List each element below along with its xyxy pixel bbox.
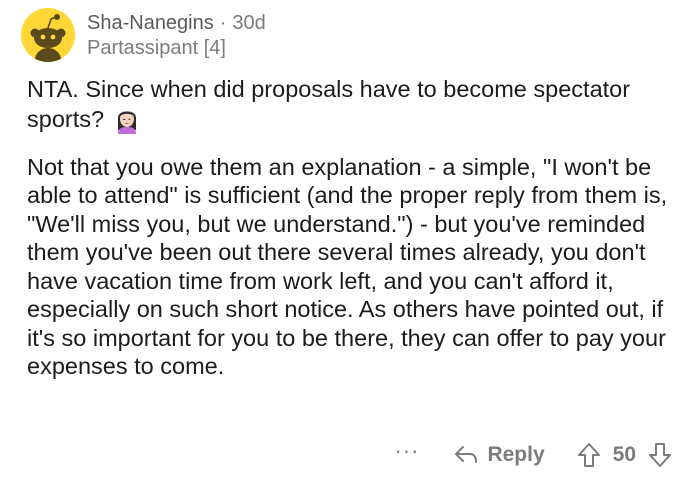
upvote-arrow-icon[interactable] bbox=[577, 442, 601, 468]
reply-label: Reply bbox=[487, 443, 545, 466]
comment-header: Sha-Nanegins · 30d Partassipant [4] bbox=[21, 6, 266, 64]
comment-paragraph-1: NTA. Since when did proposals have to be… bbox=[27, 75, 677, 134]
downvote-arrow-icon[interactable] bbox=[648, 442, 672, 468]
meta-top: Sha-Nanegins · 30d bbox=[87, 11, 266, 35]
comment-actions: ··· Reply 50 bbox=[394, 435, 672, 475]
user-flair: Partassipant [4] bbox=[87, 36, 226, 59]
vote-score: 50 bbox=[612, 443, 636, 466]
comment-paragraph-2: Not that you owe them an explanation - a… bbox=[27, 153, 668, 380]
comment-meta: Sha-Nanegins · 30d Partassipant [4] bbox=[87, 11, 266, 60]
comment-body: NTA. Since when did proposals have to be… bbox=[27, 75, 677, 400]
reply-button[interactable]: Reply bbox=[453, 443, 545, 467]
comment: Sha-Nanegins · 30d Partassipant [4] NTA. S… bbox=[0, 0, 700, 481]
snoo-avatar-icon bbox=[30, 14, 66, 62]
comment-age: 30d bbox=[232, 11, 266, 34]
username-link[interactable]: Sha-Nanegins bbox=[87, 12, 214, 34]
avatar[interactable] bbox=[21, 8, 75, 62]
more-options-button[interactable]: ··· bbox=[394, 438, 419, 464]
vote-controls: 50 bbox=[577, 442, 672, 468]
meta-separator: · bbox=[219, 11, 227, 34]
woman-facepalming-icon bbox=[112, 104, 142, 134]
reply-arrow-icon bbox=[455, 446, 478, 463]
